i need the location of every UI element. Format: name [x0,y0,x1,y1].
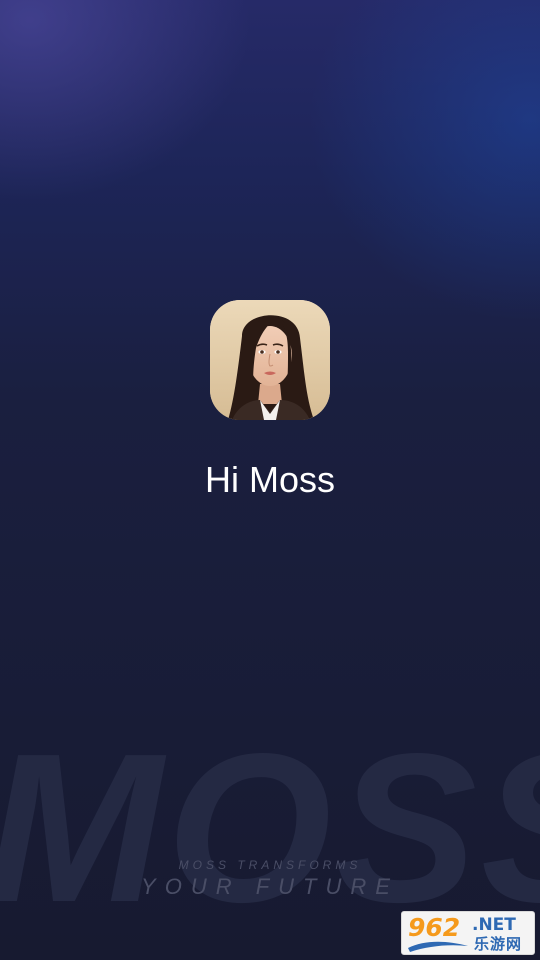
avatar [210,300,330,420]
watermark-chinese-name: 乐游网 [474,935,523,953]
watermark-number: 962 [408,913,461,942]
watermark-domain: .NET [472,915,516,935]
avatar-portrait-icon [210,300,330,420]
greeting-title: Hi Moss [204,459,335,500]
site-watermark: 962 .NET 乐游网 [401,911,535,955]
background-brand-word: MOSS [0,709,540,946]
tagline-large: YOUR FUTURE [141,874,399,899]
tagline-small: MOSS TRANSFORMS [178,858,362,872]
splash-screen: MOSS [0,0,540,960]
